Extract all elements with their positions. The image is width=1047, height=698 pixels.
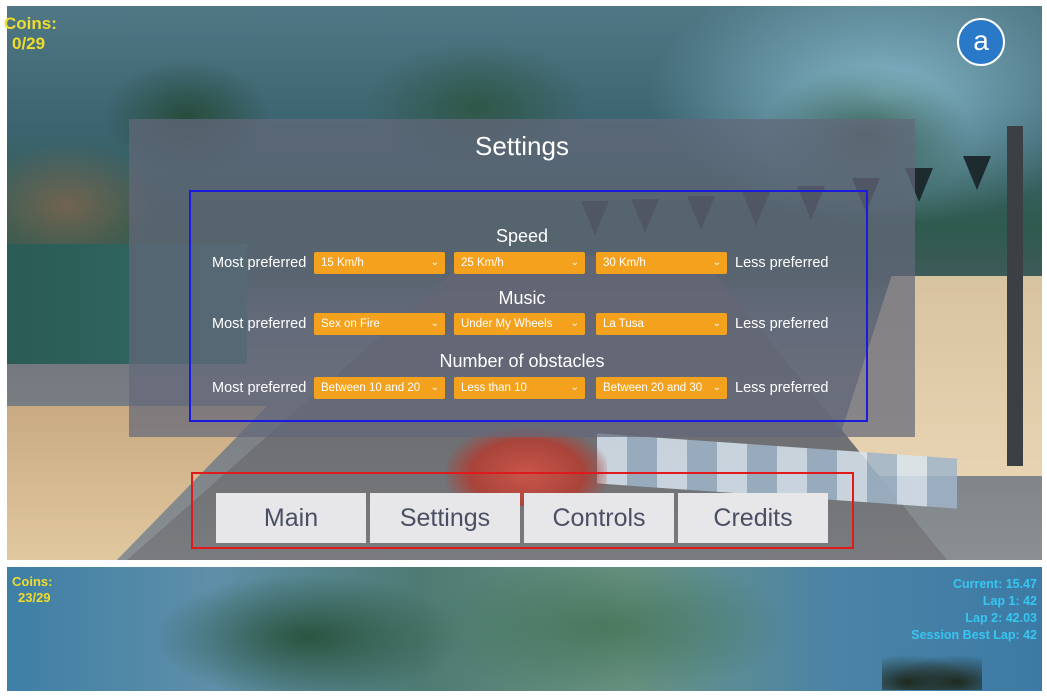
main-button[interactable]: Main xyxy=(216,493,366,543)
chevron-down-icon: ⌄ xyxy=(570,318,579,329)
bunting-flag xyxy=(963,156,991,190)
most-preferred-label: Most preferred xyxy=(212,255,307,271)
section-title-speed: Speed xyxy=(495,226,549,246)
dropdown-value: Between 10 and 20 xyxy=(321,382,421,394)
coins-counter-bottom: Coins: 23/29 xyxy=(12,574,52,606)
lap-times: Current: 15.47 Lap 1: 42 Lap 2: 42.03 Se… xyxy=(911,576,1037,644)
lap-1-time: Lap 1: 42 xyxy=(982,594,1037,608)
credits-button[interactable]: Credits xyxy=(678,493,828,543)
settings-button[interactable]: Settings xyxy=(370,493,520,543)
chevron-down-icon: ⌄ xyxy=(430,257,439,268)
palm-trees xyxy=(882,650,982,690)
chevron-down-icon: ⌄ xyxy=(430,382,439,393)
speed-dropdown-2[interactable]: 25 Km/h ⌄ xyxy=(454,252,585,274)
less-preferred-label: Less preferred xyxy=(735,316,829,332)
coins-label: Coins: xyxy=(12,574,53,589)
coins-label: Coins: xyxy=(4,14,57,33)
dropdown-value: La Tusa xyxy=(603,318,644,330)
chevron-down-icon: ⌄ xyxy=(570,382,579,393)
dropdown-value: Sex on Fire xyxy=(321,318,380,330)
chevron-down-icon: ⌄ xyxy=(430,318,439,329)
speed-dropdown-3[interactable]: 30 Km/h ⌄ xyxy=(596,252,727,274)
chevron-down-icon: ⌄ xyxy=(712,318,721,329)
chevron-down-icon: ⌄ xyxy=(712,257,721,268)
dropdown-value: Under My Wheels xyxy=(461,318,553,330)
music-dropdown-1[interactable]: Sex on Fire ⌄ xyxy=(314,313,445,335)
section-title-obstacles: Number of obstacles xyxy=(439,351,605,371)
current-time: Current: 15.47 xyxy=(952,577,1037,591)
coins-counter: Coins: 0/29 xyxy=(4,14,57,54)
panel-badge: a xyxy=(957,18,1005,66)
music-dropdown-3[interactable]: La Tusa ⌄ xyxy=(596,313,727,335)
settings-title: Settings xyxy=(475,131,569,161)
obstacles-dropdown-1[interactable]: Between 10 and 20 ⌄ xyxy=(314,377,445,399)
dropdown-value: 15 Km/h xyxy=(321,257,364,269)
music-dropdown-2[interactable]: Under My Wheels ⌄ xyxy=(454,313,585,335)
less-preferred-label: Less preferred xyxy=(735,255,829,271)
dropdown-value: 30 Km/h xyxy=(603,257,646,269)
dropdown-value: 25 Km/h xyxy=(461,257,504,269)
coins-value: 23/29 xyxy=(18,590,51,605)
controls-button[interactable]: Controls xyxy=(524,493,674,543)
most-preferred-label: Most preferred xyxy=(212,316,307,332)
pole xyxy=(1007,126,1023,466)
obstacles-dropdown-2[interactable]: Less than 10 ⌄ xyxy=(454,377,585,399)
chevron-down-icon: ⌄ xyxy=(570,257,579,268)
chevron-down-icon: ⌄ xyxy=(712,382,721,393)
coins-value: 0/29 xyxy=(12,34,46,53)
most-preferred-label: Most preferred xyxy=(212,380,307,396)
less-preferred-label: Less preferred xyxy=(735,380,829,396)
lap-2-time: Lap 2: 42.03 xyxy=(965,611,1037,625)
obstacles-dropdown-3[interactable]: Between 20 and 30 ⌄ xyxy=(596,377,727,399)
dropdown-value: Between 20 and 30 xyxy=(603,382,703,394)
session-best-lap: Session Best Lap: 42 xyxy=(911,628,1037,642)
dropdown-value: Less than 10 xyxy=(461,382,527,394)
speed-dropdown-1[interactable]: 15 Km/h ⌄ xyxy=(314,252,445,274)
section-title-music: Music xyxy=(498,288,546,308)
